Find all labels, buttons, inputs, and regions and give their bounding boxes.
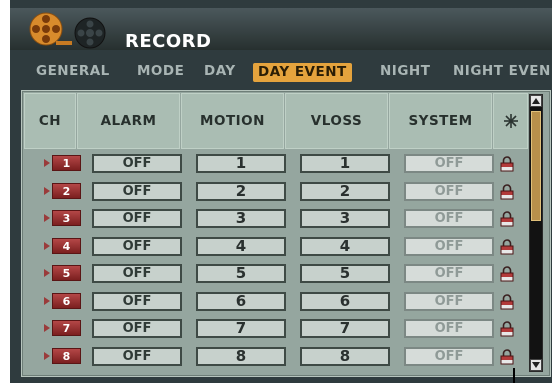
motion-select[interactable]: 3 xyxy=(196,209,286,228)
vloss-select[interactable]: 3 xyxy=(300,209,390,228)
vloss-select[interactable]: 6 xyxy=(300,291,390,311)
alarm-select[interactable]: OFF xyxy=(92,181,182,201)
lock-icon[interactable] xyxy=(500,266,514,282)
channel-marker xyxy=(44,186,50,195)
channel-number: 7 xyxy=(52,320,81,336)
record-window: RECORD GENERAL MODE DAY DAY EVENT NIGHT … xyxy=(10,0,552,383)
alarm-select[interactable]: OFF xyxy=(92,154,182,173)
alarm-select[interactable]: OFF xyxy=(92,291,182,311)
channel-marker xyxy=(44,214,50,222)
tab-night[interactable]: NIGHT xyxy=(380,63,430,79)
channel-number: 4 xyxy=(52,237,81,254)
system-select: OFF xyxy=(404,319,494,338)
motion-select[interactable]: 8 xyxy=(196,346,286,366)
table-row: 5 OFF 5 5 OFF xyxy=(22,263,528,285)
channel-badge: 3 xyxy=(44,210,81,226)
alarm-select[interactable]: OFF xyxy=(92,236,182,256)
tab-mode[interactable]: MODE xyxy=(137,63,184,79)
alarm-select[interactable]: OFF xyxy=(92,209,182,228)
vloss-select[interactable]: 1 xyxy=(300,154,390,173)
channel-badge: 2 xyxy=(44,182,81,199)
vloss-select[interactable]: 2 xyxy=(300,181,390,201)
tab-bar: GENERAL MODE DAY DAY EVENT NIGHT NIGHT E… xyxy=(10,60,552,84)
channel-marker xyxy=(44,269,50,277)
tab-day-event[interactable]: DAY EVENT xyxy=(253,63,352,82)
vloss-select[interactable]: 4 xyxy=(300,236,390,256)
channel-number: 8 xyxy=(52,347,81,364)
tab-night-event[interactable]: NIGHT EVEN xyxy=(453,63,551,79)
lock-icon[interactable] xyxy=(500,238,514,255)
table-row: 8 OFF 8 8 OFF xyxy=(22,346,528,368)
table-row: 6 OFF 6 6 OFF xyxy=(22,291,528,313)
system-select: OFF xyxy=(404,236,494,256)
channel-number: 5 xyxy=(52,265,81,281)
scroll-down-button[interactable] xyxy=(530,359,542,371)
alarm-select[interactable]: OFF xyxy=(92,346,182,366)
table-header: CH ALARM MOTION VLOSS SYSTEM xyxy=(24,93,528,149)
scroll-up-button[interactable] xyxy=(530,95,542,107)
window-title: RECORD xyxy=(125,31,212,52)
channel-marker xyxy=(44,241,50,250)
system-select: OFF xyxy=(404,291,494,311)
table-row: 1 OFF 1 1 OFF xyxy=(22,153,528,175)
column-header-ch: CH xyxy=(24,93,76,149)
channel-number: 3 xyxy=(52,210,81,226)
day-event-panel: CH ALARM MOTION VLOSS SYSTEM 1 OFF 1 1 O… xyxy=(21,90,551,377)
alarm-select[interactable]: OFF xyxy=(92,264,182,283)
system-select: OFF xyxy=(404,181,494,201)
system-select: OFF xyxy=(404,346,494,366)
lock-icon[interactable] xyxy=(500,156,514,172)
film-reel-icon xyxy=(29,12,106,49)
motion-select[interactable]: 7 xyxy=(196,319,286,338)
lock-icon[interactable] xyxy=(500,211,514,227)
column-header-vloss: VLOSS xyxy=(285,93,388,149)
channel-marker xyxy=(44,159,50,167)
motion-select[interactable]: 1 xyxy=(196,154,286,173)
lock-icon[interactable] xyxy=(500,183,514,200)
motion-select[interactable]: 2 xyxy=(196,181,286,201)
lock-icon[interactable] xyxy=(500,321,514,337)
tab-general[interactable]: GENERAL xyxy=(36,63,110,79)
channel-marker xyxy=(44,296,50,305)
alarm-select[interactable]: OFF xyxy=(92,319,182,338)
column-header-alarm: ALARM xyxy=(77,93,180,149)
table-row: 3 OFF 3 3 OFF xyxy=(22,208,528,230)
column-header-all[interactable] xyxy=(493,93,528,149)
table-row: 4 OFF 4 4 OFF xyxy=(22,236,528,258)
scroll-thumb[interactable] xyxy=(531,111,541,221)
motion-select[interactable]: 6 xyxy=(196,291,286,311)
channel-badge: 8 xyxy=(44,347,81,364)
channel-badge: 6 xyxy=(44,292,81,309)
channel-badge: 5 xyxy=(44,265,81,281)
tab-day[interactable]: DAY xyxy=(204,63,236,79)
system-select: OFF xyxy=(404,154,494,173)
channel-badge: 7 xyxy=(44,320,81,336)
title-bar: RECORD xyxy=(10,8,552,52)
channel-badge: 4 xyxy=(44,237,81,254)
asterisk-icon xyxy=(503,114,518,128)
channel-number: 1 xyxy=(52,155,81,171)
vloss-select[interactable]: 7 xyxy=(300,319,390,338)
vloss-select[interactable]: 8 xyxy=(300,346,390,366)
lock-icon[interactable] xyxy=(500,348,514,365)
channel-marker xyxy=(44,351,50,360)
column-header-system: SYSTEM xyxy=(389,93,492,149)
scrollbar[interactable] xyxy=(529,94,543,372)
system-select: OFF xyxy=(404,264,494,283)
text-cursor xyxy=(513,368,515,383)
table-row: 7 OFF 7 7 OFF xyxy=(22,318,528,340)
motion-select[interactable]: 4 xyxy=(196,236,286,256)
lock-icon[interactable] xyxy=(500,293,514,310)
channel-marker xyxy=(44,324,50,332)
vloss-select[interactable]: 5 xyxy=(300,264,390,283)
channel-badge: 1 xyxy=(44,155,81,171)
system-select: OFF xyxy=(404,209,494,228)
motion-select[interactable]: 5 xyxy=(196,264,286,283)
table-row: 2 OFF 2 2 OFF xyxy=(22,181,528,203)
channel-number: 2 xyxy=(52,182,81,199)
channel-number: 6 xyxy=(52,292,81,309)
column-header-motion: MOTION xyxy=(181,93,284,149)
